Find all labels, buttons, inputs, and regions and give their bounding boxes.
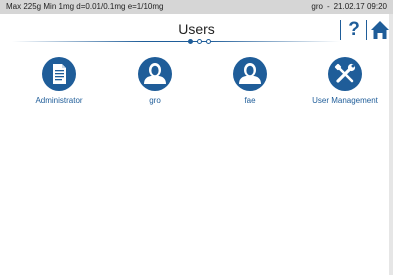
user-tile-fae[interactable]: fae	[205, 57, 295, 109]
max-capacity: Max 225g	[6, 2, 42, 11]
page-dot-1	[188, 39, 193, 44]
header-underline	[12, 41, 340, 42]
readability: d=0.01/0.1mg	[76, 2, 126, 11]
min-capacity: Min 1mg	[43, 2, 75, 11]
user-tile-administrator[interactable]: Administrator	[14, 57, 104, 109]
tile-label: gro	[149, 96, 161, 105]
tile-label: fae	[244, 96, 256, 105]
user-icon	[144, 63, 166, 84]
page-dot-2	[197, 39, 202, 44]
tile-icon-circle	[233, 57, 267, 91]
status-separator: -	[326, 2, 330, 11]
scroll-edge	[389, 14, 393, 275]
divider	[366, 20, 367, 40]
tile-icon-circle	[42, 57, 76, 91]
header: Users ?	[0, 14, 393, 48]
page-title: Users	[178, 21, 215, 37]
user-tile-gro[interactable]: gro	[110, 57, 200, 109]
page-indicator	[188, 38, 214, 46]
home-button[interactable]	[369, 19, 391, 41]
document-icon	[53, 64, 66, 84]
divider	[340, 20, 341, 40]
verification-interval: e=1/10mg	[127, 2, 164, 11]
help-button[interactable]: ?	[342, 17, 366, 43]
page-dot-3	[206, 39, 211, 44]
datetime: 21.02.17 09:20	[333, 2, 387, 11]
session-info: gro -21.02.17 09:20	[307, 0, 387, 14]
home-icon	[371, 21, 389, 39]
tile-icon-circle	[138, 57, 172, 91]
user-management-tile[interactable]: User Management	[300, 57, 390, 109]
tools-icon	[334, 63, 356, 83]
balance-specs: Max 225g Min 1mg d=0.01/0.1mg e=1/10mg	[6, 0, 164, 14]
user-icon	[239, 63, 261, 84]
status-bar: Max 225g Min 1mg d=0.01/0.1mg e=1/10mg g…	[0, 0, 393, 14]
tile-label: User Management	[312, 96, 378, 105]
tile-label: Administrator	[35, 96, 83, 105]
current-user: gro	[311, 2, 323, 11]
tile-icon-circle	[328, 57, 362, 91]
